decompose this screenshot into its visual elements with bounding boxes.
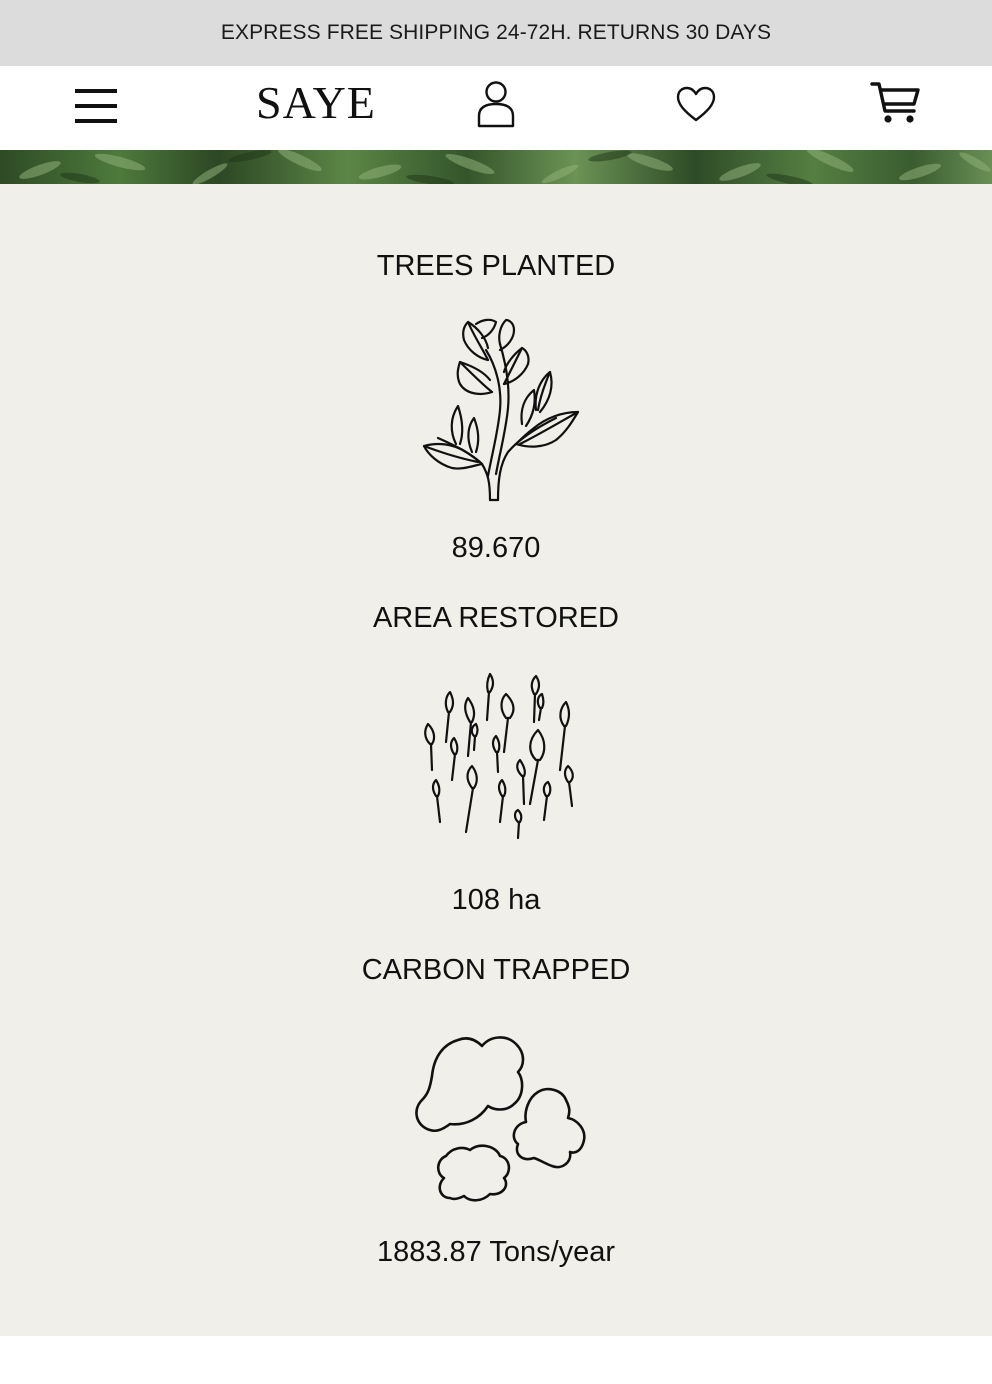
area-restored-title: AREA RESTORED bbox=[372, 602, 620, 634]
user-icon bbox=[477, 81, 515, 128]
menu-icon bbox=[75, 89, 117, 123]
cart-icon bbox=[870, 82, 920, 123]
seedlings-icon bbox=[424, 672, 574, 840]
area-restored-value: 108 ha bbox=[451, 884, 541, 916]
trees-planted-title: TREES PLANTED bbox=[376, 250, 616, 282]
promo-text: EXPRESS FREE SHIPPING 24-72H. RETURNS 30… bbox=[220, 21, 772, 44]
wishlist-button[interactable] bbox=[672, 80, 720, 128]
heart-icon bbox=[676, 86, 716, 122]
clouds-icon bbox=[415, 1036, 586, 1202]
carbon-trapped-title: CARBON TRAPPED bbox=[361, 954, 631, 986]
promo-bar: EXPRESS FREE SHIPPING 24-72H. RETURNS 30… bbox=[0, 0, 992, 66]
impact-section: TREES PLANTED 89.670 AREA RESTORED 108 h… bbox=[0, 184, 992, 1336]
menu-button[interactable] bbox=[70, 80, 122, 132]
tree-sprout-icon bbox=[422, 318, 580, 502]
trees-planted-value: 89.670 bbox=[451, 532, 541, 564]
hero-image bbox=[0, 150, 992, 184]
carbon-trapped-value: 1883.87 Tons/year bbox=[376, 1236, 616, 1268]
site-header: SAYE bbox=[0, 66, 992, 150]
foliage-pattern bbox=[19, 150, 991, 184]
cart-button[interactable] bbox=[868, 78, 924, 128]
account-button[interactable] bbox=[472, 78, 520, 130]
site-logo[interactable]: SAYE bbox=[256, 76, 376, 129]
